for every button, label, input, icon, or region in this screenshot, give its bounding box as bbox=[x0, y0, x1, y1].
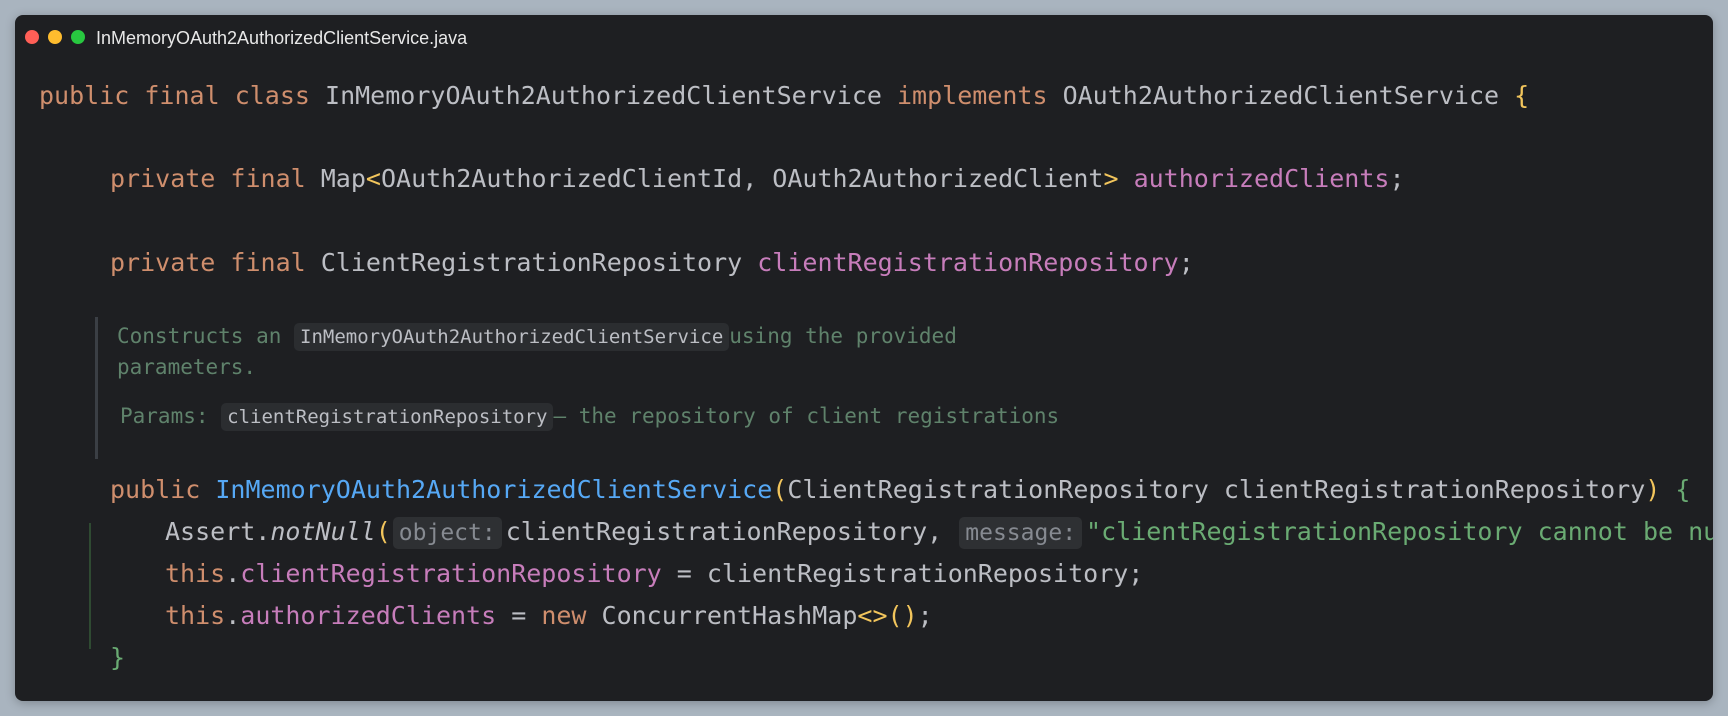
dot: . bbox=[225, 601, 241, 630]
paren: ( bbox=[375, 517, 391, 546]
diamond-operator: <> bbox=[857, 601, 888, 630]
keyword: implements bbox=[897, 81, 1048, 110]
close-window-button[interactable] bbox=[25, 30, 39, 44]
rendered-javadoc: Constructs an InMemoryOAuth2AuthorizedCl… bbox=[95, 317, 1059, 459]
keyword: new bbox=[541, 601, 587, 630]
generic-types: OAuth2AuthorizedClientId, OAuth2Authoriz… bbox=[380, 164, 1104, 193]
code-line-repository-field: private final ClientRegistrationReposito… bbox=[110, 246, 1194, 280]
code-line-assert: Assert.notNull(object: clientRegistration… bbox=[165, 515, 1713, 549]
title-bar: InMemoryOAuth2AuthorizedClientService.ja… bbox=[15, 15, 1713, 59]
code-line-class-declaration: public final class InMemoryOAuth2Authori… bbox=[39, 79, 1529, 113]
brace: { bbox=[1675, 475, 1691, 504]
code-line-assign-clients: this.authorizedClients = new ConcurrentH… bbox=[165, 599, 933, 633]
method-name: notNull bbox=[270, 517, 376, 546]
keyword: private bbox=[110, 248, 216, 277]
semicolon: ; bbox=[1389, 164, 1405, 193]
brace: } bbox=[110, 643, 126, 672]
editor-window: InMemoryOAuth2AuthorizedClientService.ja… bbox=[15, 15, 1713, 701]
parameter-hint: message: bbox=[959, 517, 1083, 549]
field-name: authorizedClients bbox=[1133, 164, 1390, 193]
assignment: = clientRegistrationRepository; bbox=[661, 559, 1144, 588]
interface-name: OAuth2AuthorizedClientService bbox=[1062, 81, 1500, 110]
doc-text: Constructs an bbox=[117, 324, 295, 348]
code-line-constructor-signature: public InMemoryOAuth2AuthorizedClientSer… bbox=[110, 473, 1690, 507]
javadoc-params: Params: clientRegistrationRepository – th… bbox=[120, 403, 1059, 431]
doc-inline-code: InMemoryOAuth2AuthorizedClientService bbox=[294, 323, 730, 351]
type-name: Map bbox=[320, 164, 366, 193]
semicolon: ; bbox=[1178, 248, 1194, 277]
parameter-hint: object: bbox=[392, 517, 502, 549]
doc-param-name: clientRegistrationRepository bbox=[221, 403, 554, 431]
paren: () bbox=[887, 601, 918, 630]
brace: { bbox=[1514, 81, 1530, 110]
type-name: ClientRegistrationRepository bbox=[320, 248, 743, 277]
keyword: final bbox=[230, 164, 306, 193]
javadoc-line-2: parameters. bbox=[117, 355, 257, 379]
window-title: InMemoryOAuth2AuthorizedClientService.ja… bbox=[96, 28, 468, 48]
code-area-constructor[interactable]: public InMemoryOAuth2AuthorizedClientSer… bbox=[39, 15, 1713, 672]
angle-bracket: < bbox=[365, 164, 381, 193]
operator: = bbox=[496, 601, 542, 630]
keyword: this bbox=[165, 559, 226, 588]
field-name: clientRegistrationRepository bbox=[757, 248, 1179, 277]
code-line-closing-brace: } bbox=[110, 641, 125, 675]
paren: ( bbox=[772, 475, 788, 504]
assert-class: Assert. bbox=[165, 517, 271, 546]
field-name: authorizedClients bbox=[240, 601, 497, 630]
code-line-assign-repository: this.clientRegistrationRepository = clie… bbox=[165, 557, 1143, 591]
semicolon: ; bbox=[917, 601, 933, 630]
argument: clientRegistrationRepository, bbox=[505, 517, 958, 546]
doc-param-description: – the repository of client registrations bbox=[553, 404, 1060, 428]
keyword: final bbox=[144, 81, 220, 110]
keyword: this bbox=[165, 601, 226, 630]
string-literal: "clientRegistrationRepository cannot be … bbox=[1086, 517, 1713, 546]
doc-text: using the provided bbox=[729, 324, 957, 348]
doc-params-label: Params: bbox=[120, 404, 222, 428]
constructor-name: InMemoryOAuth2AuthorizedClientService bbox=[215, 475, 773, 504]
keyword: public bbox=[110, 475, 201, 504]
paren: ) bbox=[1645, 475, 1661, 504]
constructor-params: ClientRegistrationRepository clientRegis… bbox=[787, 475, 1646, 504]
indent-guide bbox=[89, 523, 91, 649]
class-name: InMemoryOAuth2AuthorizedClientService bbox=[325, 81, 882, 110]
field-name: clientRegistrationRepository bbox=[240, 559, 662, 588]
keyword: private bbox=[110, 164, 216, 193]
keyword: final bbox=[230, 248, 306, 277]
dot: . bbox=[225, 559, 241, 588]
angle-bracket: > bbox=[1103, 164, 1119, 193]
keyword: class bbox=[234, 81, 310, 110]
type-name: ConcurrentHashMap bbox=[586, 601, 858, 630]
javadoc-line-1: Constructs an InMemoryOAuth2AuthorizedCl… bbox=[117, 323, 957, 351]
code-line-authorized-clients-field: private final Map<OAuth2AuthorizedClient… bbox=[110, 162, 1405, 196]
